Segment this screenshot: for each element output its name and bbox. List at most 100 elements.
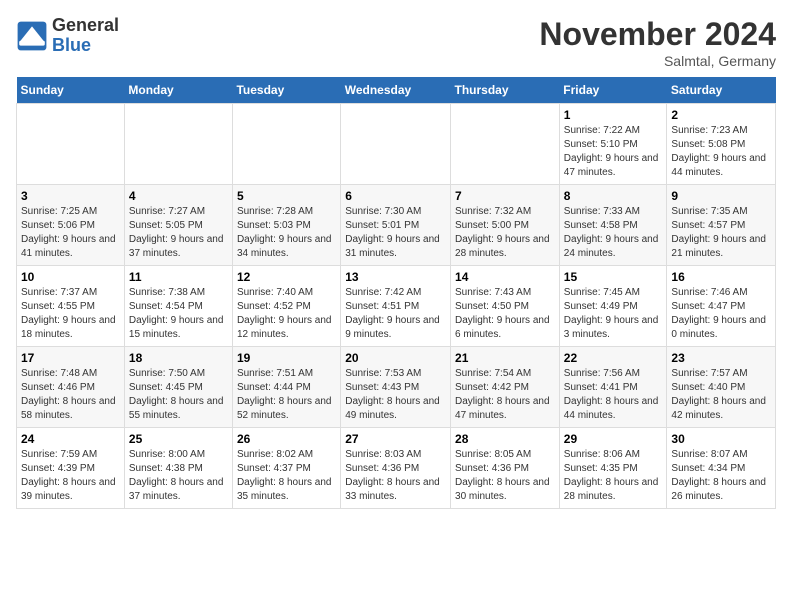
calendar-cell: 8 Sunrise: 7:33 AM Sunset: 4:58 PM Daylig… — [559, 185, 667, 266]
logo-text: General Blue — [52, 16, 119, 56]
day-number: 21 — [455, 351, 555, 365]
calendar-cell: 7 Sunrise: 7:32 AM Sunset: 5:00 PM Daylig… — [451, 185, 560, 266]
day-number: 7 — [455, 189, 555, 203]
calendar-cell: 6 Sunrise: 7:30 AM Sunset: 5:01 PM Daylig… — [341, 185, 451, 266]
calendar-cell: 24 Sunrise: 7:59 AM Sunset: 4:39 PM Dayli… — [17, 428, 125, 509]
week-row-2: 3Sunrise: 7:25 AM Sunset: 5:06 PM Daylig… — [17, 185, 776, 266]
calendar-cell: 30 Sunrise: 8:07 AM Sunset: 4:34 PM Dayli… — [667, 428, 776, 509]
header-wednesday: Wednesday — [341, 77, 451, 104]
calendar-table: SundayMondayTuesdayWednesdayThursdayFrid… — [16, 77, 776, 509]
logo-blue: Blue — [52, 35, 91, 55]
day-info: Sunrise: 7:51 AM Sunset: 4:44 PM Dayligh… — [237, 367, 336, 423]
calendar-cell: 11 Sunrise: 7:38 AM Sunset: 4:54 PM Dayli… — [124, 266, 232, 347]
day-number: 14 — [455, 270, 555, 284]
header-sunday: Sunday — [17, 77, 125, 104]
day-info: Sunrise: 7:30 AM Sunset: 5:01 PM Dayligh… — [345, 205, 446, 261]
calendar-cell — [341, 104, 451, 185]
calendar-cell — [232, 104, 340, 185]
day-info: Sunrise: 7:46 AM Sunset: 4:47 PM Dayligh… — [671, 286, 771, 342]
calendar-cell: 28 Sunrise: 8:05 AM Sunset: 4:36 PM Dayli… — [451, 428, 560, 509]
calendar-cell: 9 Sunrise: 7:35 AM Sunset: 4:57 PM Daylig… — [667, 185, 776, 266]
day-number: 2 — [671, 108, 771, 122]
calendar-cell: 29Sunrise: 8:06 AM Sunset: 4:35 PM Dayli… — [559, 428, 667, 509]
day-number: 25 — [129, 432, 228, 446]
header-row: SundayMondayTuesdayWednesdayThursdayFrid… — [17, 77, 776, 104]
day-info: Sunrise: 7:42 AM Sunset: 4:51 PM Dayligh… — [345, 286, 446, 342]
day-number: 22 — [564, 351, 663, 365]
title-area: November 2024 Salmtal, Germany — [539, 16, 776, 69]
day-info: Sunrise: 8:00 AM Sunset: 4:38 PM Dayligh… — [129, 448, 228, 504]
day-info: Sunrise: 7:22 AM Sunset: 5:10 PM Dayligh… — [564, 124, 663, 180]
day-number: 11 — [129, 270, 228, 284]
day-number: 15 — [564, 270, 663, 284]
day-info: Sunrise: 7:27 AM Sunset: 5:05 PM Dayligh… — [129, 205, 228, 261]
day-info: Sunrise: 8:07 AM Sunset: 4:34 PM Dayligh… — [671, 448, 771, 504]
calendar-cell: 23Sunrise: 7:57 AM Sunset: 4:40 PM Dayli… — [667, 347, 776, 428]
calendar-cell — [124, 104, 232, 185]
calendar-cell: 20 Sunrise: 7:53 AM Sunset: 4:43 PM Dayli… — [341, 347, 451, 428]
day-info: Sunrise: 7:32 AM Sunset: 5:00 PM Dayligh… — [455, 205, 555, 261]
day-info: Sunrise: 7:23 AM Sunset: 5:08 PM Dayligh… — [671, 124, 771, 180]
header-friday: Friday — [559, 77, 667, 104]
day-info: Sunrise: 8:02 AM Sunset: 4:37 PM Dayligh… — [237, 448, 336, 504]
day-info: Sunrise: 8:05 AM Sunset: 4:36 PM Dayligh… — [455, 448, 555, 504]
calendar-cell: 13 Sunrise: 7:42 AM Sunset: 4:51 PM Dayli… — [341, 266, 451, 347]
day-number: 13 — [345, 270, 446, 284]
day-number: 28 — [455, 432, 555, 446]
day-number: 4 — [129, 189, 228, 203]
location: Salmtal, Germany — [539, 53, 776, 69]
day-info: Sunrise: 7:50 AM Sunset: 4:45 PM Dayligh… — [129, 367, 228, 423]
header: General Blue November 2024 Salmtal, Germ… — [16, 16, 776, 69]
day-number: 16 — [671, 270, 771, 284]
week-row-4: 17 Sunrise: 7:48 AM Sunset: 4:46 PM Dayli… — [17, 347, 776, 428]
calendar-cell — [451, 104, 560, 185]
header-tuesday: Tuesday — [232, 77, 340, 104]
day-number: 8 — [564, 189, 663, 203]
day-info: Sunrise: 7:45 AM Sunset: 4:49 PM Dayligh… — [564, 286, 663, 342]
calendar-cell: 4 Sunrise: 7:27 AM Sunset: 5:05 PM Daylig… — [124, 185, 232, 266]
day-info: Sunrise: 7:37 AM Sunset: 4:55 PM Dayligh… — [21, 286, 120, 342]
day-number: 17 — [21, 351, 120, 365]
calendar-cell: 16 Sunrise: 7:46 AM Sunset: 4:47 PM Dayli… — [667, 266, 776, 347]
day-number: 9 — [671, 189, 771, 203]
calendar-cell: 19Sunrise: 7:51 AM Sunset: 4:44 PM Dayli… — [232, 347, 340, 428]
day-info: Sunrise: 7:48 AM Sunset: 4:46 PM Dayligh… — [21, 367, 120, 423]
day-info: Sunrise: 7:57 AM Sunset: 4:40 PM Dayligh… — [671, 367, 771, 423]
day-number: 26 — [237, 432, 336, 446]
calendar-cell: 10 Sunrise: 7:37 AM Sunset: 4:55 PM Dayli… — [17, 266, 125, 347]
calendar-cell — [17, 104, 125, 185]
day-info: Sunrise: 7:53 AM Sunset: 4:43 PM Dayligh… — [345, 367, 446, 423]
day-number: 10 — [21, 270, 120, 284]
calendar-cell: 27Sunrise: 8:03 AM Sunset: 4:36 PM Dayli… — [341, 428, 451, 509]
calendar-cell: 25 Sunrise: 8:00 AM Sunset: 4:38 PM Dayli… — [124, 428, 232, 509]
day-number: 6 — [345, 189, 446, 203]
day-number: 27 — [345, 432, 446, 446]
day-number: 24 — [21, 432, 120, 446]
day-number: 5 — [237, 189, 336, 203]
header-saturday: Saturday — [667, 77, 776, 104]
day-number: 20 — [345, 351, 446, 365]
day-number: 30 — [671, 432, 771, 446]
day-info: Sunrise: 7:33 AM Sunset: 4:58 PM Dayligh… — [564, 205, 663, 261]
day-number: 3 — [21, 189, 120, 203]
week-row-5: 24 Sunrise: 7:59 AM Sunset: 4:39 PM Dayli… — [17, 428, 776, 509]
day-info: Sunrise: 8:06 AM Sunset: 4:35 PM Dayligh… — [564, 448, 663, 504]
logo-general: General — [52, 15, 119, 35]
calendar-cell: 26 Sunrise: 8:02 AM Sunset: 4:37 PM Dayli… — [232, 428, 340, 509]
day-info: Sunrise: 7:59 AM Sunset: 4:39 PM Dayligh… — [21, 448, 120, 504]
day-number: 18 — [129, 351, 228, 365]
day-number: 12 — [237, 270, 336, 284]
day-info: Sunrise: 7:28 AM Sunset: 5:03 PM Dayligh… — [237, 205, 336, 261]
calendar-cell: 15 Sunrise: 7:45 AM Sunset: 4:49 PM Dayli… — [559, 266, 667, 347]
day-info: Sunrise: 7:56 AM Sunset: 4:41 PM Dayligh… — [564, 367, 663, 423]
calendar-cell: 17 Sunrise: 7:48 AM Sunset: 4:46 PM Dayli… — [17, 347, 125, 428]
calendar-cell: 2 Sunrise: 7:23 AM Sunset: 5:08 PM Daylig… — [667, 104, 776, 185]
day-info: Sunrise: 7:54 AM Sunset: 4:42 PM Dayligh… — [455, 367, 555, 423]
day-info: Sunrise: 7:35 AM Sunset: 4:57 PM Dayligh… — [671, 205, 771, 261]
week-row-3: 10 Sunrise: 7:37 AM Sunset: 4:55 PM Dayli… — [17, 266, 776, 347]
logo: General Blue — [16, 16, 119, 56]
month-title: November 2024 — [539, 16, 776, 53]
day-info: Sunrise: 7:38 AM Sunset: 4:54 PM Dayligh… — [129, 286, 228, 342]
header-thursday: Thursday — [451, 77, 560, 104]
calendar-cell: 5 Sunrise: 7:28 AM Sunset: 5:03 PM Daylig… — [232, 185, 340, 266]
